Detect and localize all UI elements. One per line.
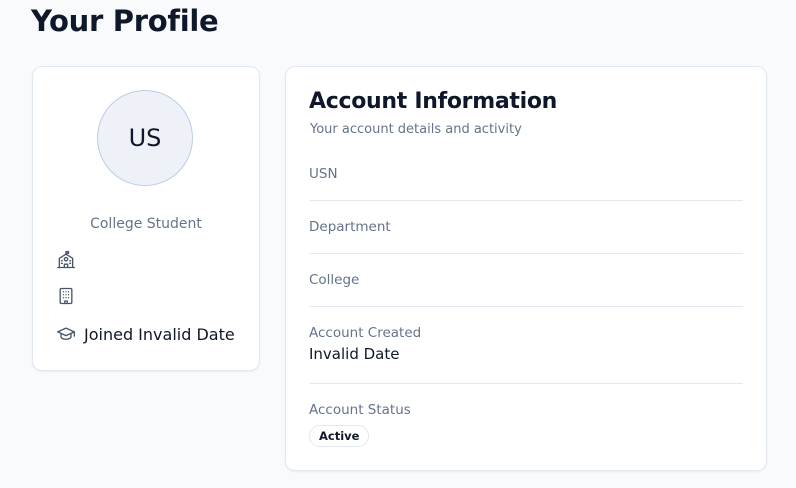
profile-row-school	[56, 250, 84, 270]
divider	[309, 383, 743, 384]
field-account-created: Account Created Invalid Date	[309, 324, 743, 364]
avatar-initials: US	[128, 124, 162, 152]
profile-row-joined: Joined Invalid Date	[56, 324, 235, 344]
field-usn-label: USN	[309, 166, 338, 182]
account-title: Account Information	[309, 89, 558, 114]
divider	[309, 253, 743, 254]
profile-role: College Student	[90, 216, 202, 232]
page-title: Your Profile	[31, 4, 219, 38]
field-account-created-label: Account Created	[309, 325, 422, 341]
avatar: US	[97, 90, 193, 186]
field-college-label: College	[309, 272, 360, 288]
field-account-status-label: Account Status	[309, 402, 411, 418]
field-account-created-value: Invalid Date	[309, 345, 400, 363]
account-card: Account Information Your account details…	[285, 66, 767, 471]
field-department: Department	[309, 218, 743, 239]
account-subtitle: Your account details and activity	[310, 122, 522, 137]
profile-card: US College Student Joined Invalid Date	[32, 66, 260, 371]
building-icon	[56, 286, 76, 306]
divider	[309, 306, 743, 307]
field-college: College	[309, 271, 743, 292]
field-usn: USN	[309, 165, 743, 186]
school-icon	[56, 250, 76, 270]
graduation-cap-icon	[56, 324, 76, 344]
profile-row-joined-text: Joined Invalid Date	[84, 324, 235, 344]
field-department-label: Department	[309, 219, 391, 235]
field-account-status: Account Status Active	[309, 401, 743, 447]
profile-row-building	[56, 286, 84, 306]
divider	[309, 200, 743, 201]
status-badge: Active	[309, 425, 370, 447]
